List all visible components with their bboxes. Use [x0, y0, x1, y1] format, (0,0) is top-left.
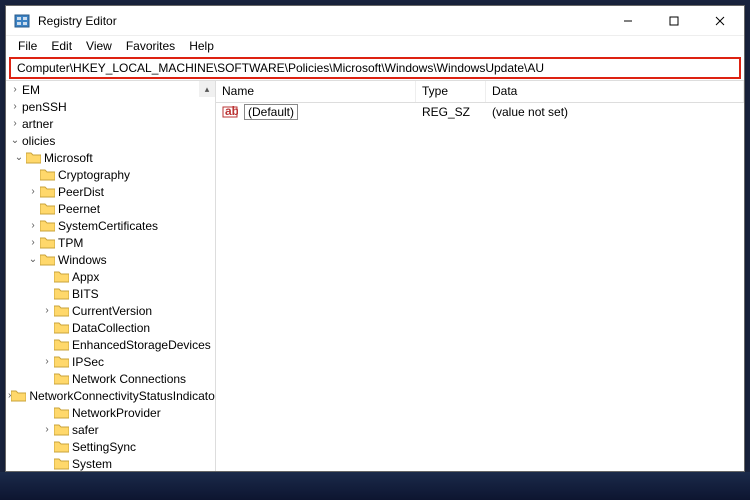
tree-node[interactable]: BITS — [6, 285, 215, 302]
taskbar[interactable] — [0, 472, 750, 500]
folder-icon — [54, 424, 69, 436]
tree-node[interactable]: ›penSSH — [6, 98, 215, 115]
menu-help[interactable]: Help — [182, 38, 221, 54]
value-list: Name Type Data ab (Default) REG_SZ (valu… — [216, 81, 744, 471]
tree-node[interactable]: ⌄Microsoft — [6, 149, 215, 166]
key-tree[interactable]: ▴ ›EM ›penSSH ›artner ⌄olicies ⌄Microsof… — [6, 81, 216, 471]
menu-favorites[interactable]: Favorites — [119, 38, 182, 54]
folder-icon — [40, 203, 55, 215]
tree-node[interactable]: ⌄olicies — [6, 132, 215, 149]
tree-node[interactable]: SettingSync — [6, 438, 215, 455]
menubar: File Edit View Favorites Help — [6, 36, 744, 56]
tree-node[interactable]: ›CurrentVersion — [6, 302, 215, 319]
column-name[interactable]: Name — [216, 81, 416, 102]
folder-icon — [54, 288, 69, 300]
folder-icon — [54, 458, 69, 470]
registry-editor-window: Registry Editor File Edit View Favorites… — [5, 5, 745, 472]
chevron-right-icon[interactable]: › — [40, 306, 54, 316]
folder-icon — [26, 152, 41, 164]
folder-icon — [54, 271, 69, 283]
tree-node[interactable]: ›NetworkConnectivityStatusIndicator — [6, 387, 215, 404]
address-bar[interactable]: Computer\HKEY_LOCAL_MACHINE\SOFTWARE\Pol… — [9, 57, 741, 79]
chevron-right-icon[interactable]: › — [8, 85, 22, 95]
list-body[interactable]: ab (Default) REG_SZ (value not set) — [216, 103, 744, 471]
tree-node[interactable]: EnhancedStorageDevices — [6, 336, 215, 353]
address-text: Computer\HKEY_LOCAL_MACHINE\SOFTWARE\Pol… — [17, 61, 544, 75]
window-title: Registry Editor — [38, 14, 605, 28]
chevron-right-icon[interactable]: › — [40, 425, 54, 435]
list-header: Name Type Data — [216, 81, 744, 103]
tree-node[interactable]: NetworkProvider — [6, 404, 215, 421]
tree-node[interactable]: DataCollection — [6, 319, 215, 336]
tree-node[interactable]: Appx — [6, 268, 215, 285]
tree-node[interactable]: Cryptography — [6, 166, 215, 183]
folder-icon — [40, 237, 55, 249]
minimize-button[interactable] — [605, 6, 651, 36]
titlebar[interactable]: Registry Editor — [6, 6, 744, 36]
folder-icon — [54, 373, 69, 385]
chevron-right-icon[interactable]: › — [40, 357, 54, 367]
menu-view[interactable]: View — [79, 38, 119, 54]
folder-icon — [40, 169, 55, 181]
chevron-right-icon[interactable]: › — [26, 187, 40, 197]
chevron-right-icon[interactable]: › — [8, 102, 22, 112]
tree-node[interactable]: ›SystemCertificates — [6, 217, 215, 234]
value-data: (value not set) — [486, 105, 744, 119]
folder-icon — [54, 322, 69, 334]
column-type[interactable]: Type — [416, 81, 486, 102]
chevron-right-icon[interactable]: › — [8, 119, 22, 129]
folder-icon — [11, 390, 26, 402]
folder-icon — [54, 305, 69, 317]
tree-node[interactable]: Network Connections — [6, 370, 215, 387]
tree-node[interactable]: ›PeerDist — [6, 183, 215, 200]
value-name: (Default) — [244, 104, 298, 120]
tree-node[interactable]: ›IPSec — [6, 353, 215, 370]
app-icon — [14, 13, 30, 29]
value-type: REG_SZ — [416, 105, 486, 119]
folder-icon — [40, 220, 55, 232]
chevron-right-icon[interactable]: › — [26, 221, 40, 231]
value-row[interactable]: ab (Default) REG_SZ (value not set) — [216, 103, 744, 121]
tree-node[interactable]: ›artner — [6, 115, 215, 132]
chevron-down-icon[interactable]: ⌄ — [8, 136, 22, 146]
chevron-right-icon[interactable]: › — [26, 238, 40, 248]
tree-node[interactable]: ⌄Windows — [6, 251, 215, 268]
string-value-icon: ab — [222, 104, 238, 120]
tree-node[interactable]: ›EM — [6, 81, 215, 98]
folder-icon — [40, 254, 55, 266]
menu-file[interactable]: File — [11, 38, 44, 54]
folder-icon — [40, 186, 55, 198]
menu-edit[interactable]: Edit — [44, 38, 79, 54]
tree-node[interactable]: System — [6, 455, 215, 471]
close-button[interactable] — [697, 6, 743, 36]
tree-node[interactable]: ›safer — [6, 421, 215, 438]
maximize-button[interactable] — [651, 6, 697, 36]
column-data[interactable]: Data — [486, 81, 744, 102]
folder-icon — [54, 407, 69, 419]
scroll-up-icon[interactable]: ▴ — [199, 81, 215, 97]
tree-node[interactable]: Peernet — [6, 200, 215, 217]
content-area: ▴ ›EM ›penSSH ›artner ⌄olicies ⌄Microsof… — [6, 80, 744, 471]
folder-icon — [54, 339, 69, 351]
folder-icon — [54, 356, 69, 368]
svg-text:ab: ab — [225, 104, 238, 118]
folder-icon — [54, 441, 69, 453]
chevron-down-icon[interactable]: ⌄ — [12, 153, 26, 163]
tree-node[interactable]: ›TPM — [6, 234, 215, 251]
chevron-down-icon[interactable]: ⌄ — [26, 255, 40, 265]
